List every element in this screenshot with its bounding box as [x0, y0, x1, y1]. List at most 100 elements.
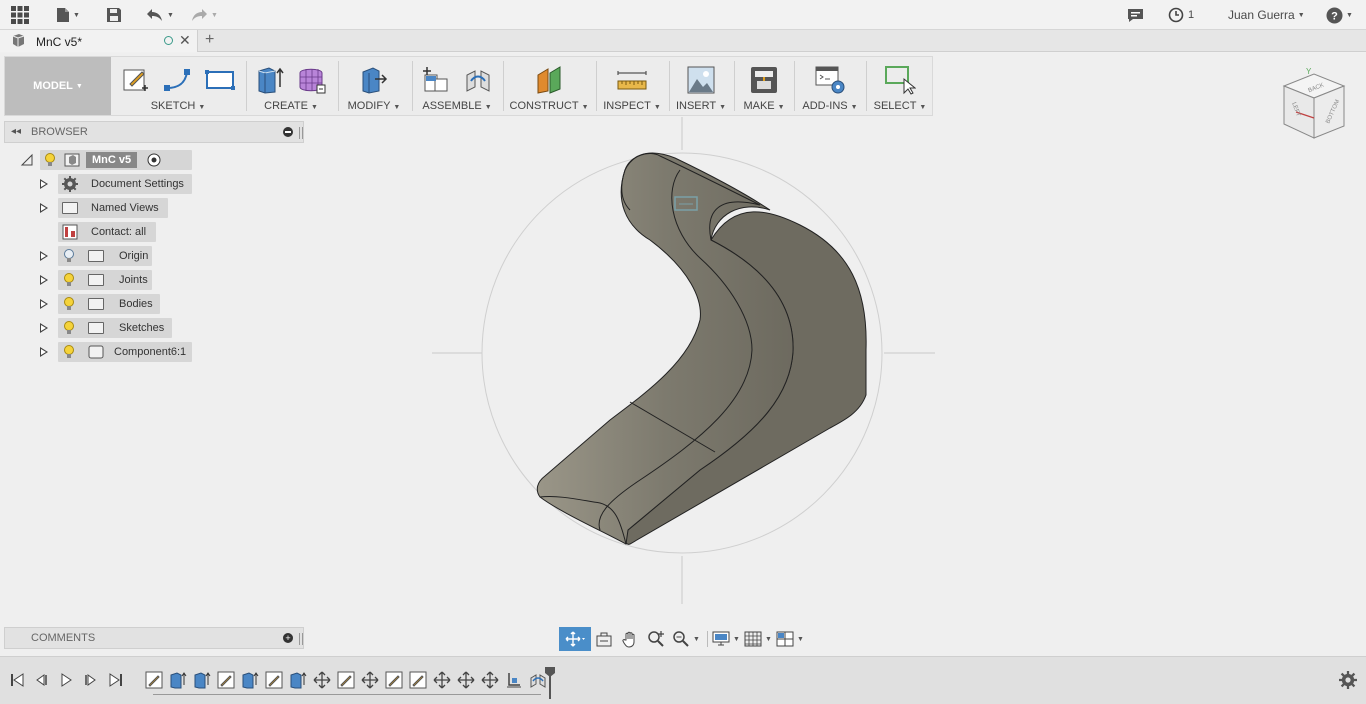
timeline-next-button[interactable]: [82, 671, 100, 689]
new-component-button[interactable]: [419, 63, 453, 97]
timeline-feature-sketch[interactable]: [265, 671, 283, 689]
timeline-feature-extrude[interactable]: [241, 671, 259, 689]
close-tab-button[interactable]: ✕: [179, 32, 191, 49]
undo-button[interactable]: ▼: [146, 5, 174, 25]
comment-icon[interactable]: [1127, 5, 1144, 25]
file-menu-button[interactable]: ▼: [56, 5, 80, 25]
viewports-button[interactable]: ▼: [775, 627, 805, 651]
offset-plane-button[interactable]: [532, 63, 566, 97]
expand-triangle-icon[interactable]: [40, 299, 48, 309]
create-menu[interactable]: CREATE ▼: [249, 100, 333, 112]
timeline-feature-sketch[interactable]: [145, 671, 163, 689]
scripts-addins-button[interactable]: [813, 63, 847, 97]
visibility-bulb-icon[interactable]: [63, 345, 75, 359]
assemble-menu[interactable]: ASSEMBLE ▼: [415, 100, 499, 112]
view-cube[interactable]: Y BACK BOTTOM LEFT: [1278, 66, 1348, 142]
expand-triangle-icon[interactable]: [40, 179, 48, 189]
make-menu[interactable]: MAKE ▼: [737, 100, 791, 112]
press-pull-button[interactable]: [357, 63, 391, 97]
timeline-feature-extrude[interactable]: [193, 671, 211, 689]
select-menu[interactable]: SELECT ▼: [869, 100, 931, 112]
redo-button[interactable]: ▼: [190, 5, 218, 25]
timeline-feature-sketch[interactable]: [385, 671, 403, 689]
help-button[interactable]: ? ▼: [1326, 5, 1353, 25]
measure-button[interactable]: [615, 63, 649, 97]
save-button[interactable]: [106, 5, 122, 25]
orbit-button[interactable]: [559, 627, 591, 651]
timeline-feature-sketch[interactable]: [409, 671, 427, 689]
rectangle-tool-button[interactable]: [203, 63, 237, 97]
expand-triangle-icon[interactable]: [40, 347, 48, 357]
timeline-last-button[interactable]: [107, 671, 125, 689]
zoom-button[interactable]: [643, 627, 669, 651]
timeline-first-button[interactable]: [8, 671, 26, 689]
timeline-feature-move[interactable]: [457, 671, 475, 689]
zoom-window-icon: [673, 631, 689, 647]
design-canvas[interactable]: [0, 53, 1366, 656]
minimize-browser-button[interactable]: [283, 127, 293, 137]
browser-item-label: Sketches: [119, 322, 165, 334]
document-tab[interactable]: MnC v5* ✕: [0, 30, 198, 52]
hand-icon: [622, 631, 635, 648]
create-sketch-button[interactable]: [119, 63, 153, 97]
apps-grid-icon[interactable]: [10, 5, 30, 25]
extrude-feature-icon: [194, 672, 211, 689]
extrude-button[interactable]: [253, 63, 287, 97]
timeline-feature-move[interactable]: [313, 671, 331, 689]
visibility-bulb-icon[interactable]: [63, 321, 75, 335]
panel-resize-handle[interactable]: [299, 633, 303, 645]
timeline-previous-button[interactable]: [32, 671, 50, 689]
grid-settings-button[interactable]: ▼: [743, 627, 773, 651]
collapse-browser-button[interactable]: ◂◂: [11, 126, 21, 137]
visibility-bulb-icon[interactable]: [63, 297, 75, 311]
expanded-triangle-icon[interactable]: [20, 153, 34, 167]
insert-menu[interactable]: INSERT ▼: [672, 100, 730, 112]
timeline-play-button[interactable]: [57, 671, 75, 689]
timeline-settings-button[interactable]: [1339, 671, 1357, 689]
addins-menu[interactable]: ADD-INS ▼: [797, 100, 863, 112]
expand-triangle-icon[interactable]: [40, 275, 48, 285]
comments-panel[interactable]: COMMENTS +: [4, 627, 304, 649]
model-viewport[interactable]: [0, 53, 1366, 656]
job-status-button[interactable]: 1: [1168, 5, 1194, 25]
timeline-feature-extrude[interactable]: [289, 671, 307, 689]
timeline-feature-move[interactable]: [481, 671, 499, 689]
timeline-feature-sketch[interactable]: [217, 671, 235, 689]
joint-button[interactable]: [461, 63, 495, 97]
insert-image-button[interactable]: [684, 63, 718, 97]
add-comment-button[interactable]: +: [283, 633, 293, 643]
visibility-bulb-off-icon[interactable]: [63, 249, 75, 263]
look-at-button[interactable]: [591, 627, 617, 651]
expand-triangle-icon[interactable]: [40, 251, 48, 261]
select-button[interactable]: [883, 63, 917, 97]
sketch-feature-icon: [337, 671, 355, 689]
modify-menu[interactable]: MODIFY ▼: [341, 100, 407, 112]
form-button[interactable]: [295, 63, 329, 97]
timeline-feature-ground[interactable]: [505, 671, 523, 689]
user-menu-button[interactable]: Juan Guerra ▼: [1228, 5, 1305, 25]
timeline-marker[interactable]: [545, 667, 555, 699]
line-tool-button[interactable]: [161, 63, 195, 97]
gear-icon: [1339, 671, 1357, 689]
workspace-switcher[interactable]: MODEL ▼: [5, 57, 111, 115]
display-settings-button[interactable]: ▼: [711, 627, 741, 651]
fit-button[interactable]: ▼: [669, 627, 703, 651]
timeline-feature-sketch[interactable]: [337, 671, 355, 689]
activate-component-icon[interactable]: [147, 153, 161, 167]
printer-icon: [751, 67, 777, 93]
visibility-bulb-icon[interactable]: [44, 153, 56, 167]
expand-triangle-icon[interactable]: [40, 323, 48, 333]
new-tab-button[interactable]: +: [205, 31, 214, 49]
timeline-feature-extrude[interactable]: [169, 671, 187, 689]
timeline-feature-move[interactable]: [361, 671, 379, 689]
construct-menu[interactable]: CONSTRUCT ▼: [506, 100, 592, 112]
inspect-menu[interactable]: INSPECT ▼: [599, 100, 665, 112]
timeline-feature-move[interactable]: [433, 671, 451, 689]
pan-button[interactable]: [617, 627, 643, 651]
panel-resize-handle[interactable]: [299, 127, 303, 139]
sketch-menu[interactable]: SKETCH ▼: [115, 100, 241, 112]
browser-item-label: Joints: [119, 274, 148, 286]
expand-triangle-icon[interactable]: [40, 203, 48, 213]
3d-print-button[interactable]: [747, 63, 781, 97]
visibility-bulb-icon[interactable]: [63, 273, 75, 287]
